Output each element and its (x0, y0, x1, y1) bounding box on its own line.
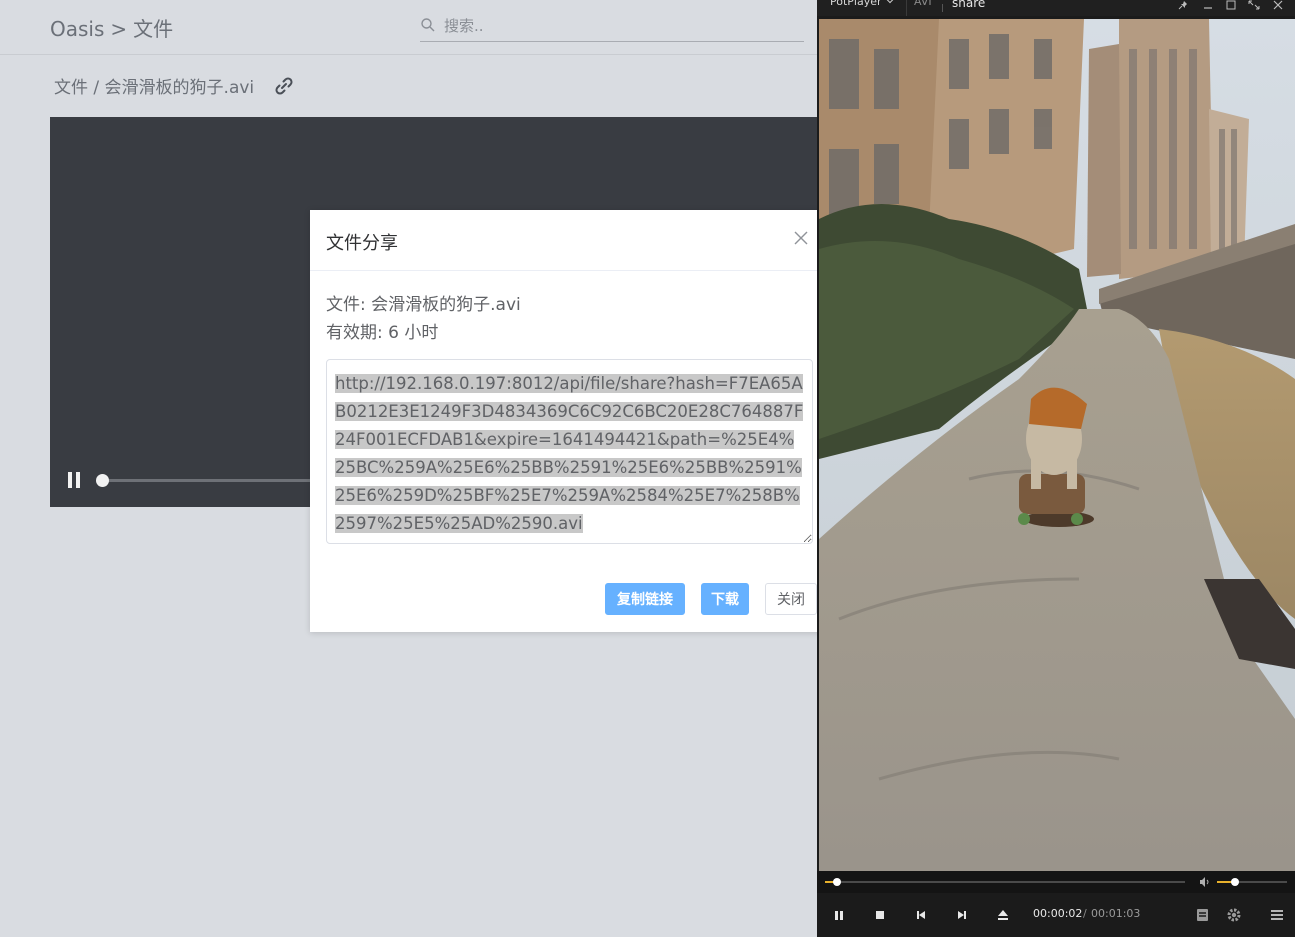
minimize-icon[interactable] (1200, 0, 1216, 12)
breadcrumb-root[interactable]: Oasis (50, 17, 104, 41)
titlebar-divider (906, 0, 907, 16)
time-total: 00:01:03 (1091, 907, 1141, 920)
app-header: Oasis > 文件 (0, 0, 817, 55)
breadcrumb-current[interactable]: 文件 (133, 17, 173, 41)
file-path-title: 文件 / 会滑滑板的狗子.avi (54, 78, 255, 98)
player-titlebar: PotPlayer AVI share (817, 0, 1295, 16)
time-current: 00:00:02 (1033, 907, 1083, 920)
previous-icon[interactable] (910, 905, 932, 925)
close-icon[interactable] (793, 230, 809, 246)
share-dialog: 文件分享 文件: 会滑滑板的狗子.avi 有效期: 6 小时 http://19… (310, 210, 850, 632)
link-icon[interactable] (273, 75, 295, 97)
playlist-icon[interactable] (1192, 905, 1214, 925)
seek-bar[interactable] (817, 871, 1295, 893)
share-file-name: 文件: 会滑滑板的狗子.avi (326, 295, 521, 315)
video-frame-skateboarding-dog[interactable] (819, 19, 1295, 871)
breadcrumb: Oasis > 文件 (50, 13, 173, 42)
menu-icon[interactable] (1266, 905, 1288, 925)
window-controls (1167, 0, 1295, 16)
share-url-textarea[interactable]: http://192.168.0.197:8012/api/file/share… (326, 359, 813, 544)
chevron-down-icon (885, 0, 894, 4)
video-frame-image (819, 19, 1295, 871)
eject-icon[interactable] (992, 905, 1014, 925)
volume-icon[interactable] (1199, 877, 1211, 887)
potplayer-window: PotPlayer AVI share 00:00:02 / 00:01:03 (817, 0, 1295, 937)
close-button[interactable]: 关闭 (765, 583, 817, 615)
pause-icon[interactable] (68, 472, 82, 488)
time-separator: / (1083, 907, 1087, 920)
next-icon[interactable] (951, 905, 973, 925)
search-icon (421, 18, 435, 32)
seek-handle[interactable] (832, 878, 841, 886)
volume-handle[interactable] (1230, 878, 1239, 886)
settings-icon[interactable] (1223, 905, 1245, 925)
fullscreen-icon[interactable] (1246, 0, 1262, 12)
maximize-icon[interactable] (1223, 0, 1239, 12)
titlebar-divider (942, 4, 943, 12)
player-filename: share (952, 0, 986, 10)
download-button[interactable]: 下载 (701, 583, 749, 615)
pin-icon[interactable] (1176, 0, 1192, 12)
dialog-divider (310, 270, 850, 271)
share-expiry: 有效期: 6 小时 (326, 323, 439, 343)
close-icon[interactable] (1270, 0, 1286, 12)
copy-link-button[interactable]: 复制链接 (605, 583, 685, 615)
dialog-title: 文件分享 (326, 233, 398, 254)
player-menu-button[interactable]: PotPlayer (830, 0, 894, 8)
search-input[interactable] (444, 14, 794, 38)
player-format: AVI (914, 0, 932, 8)
search-box (420, 10, 804, 42)
seek-track[interactable] (825, 881, 1185, 883)
player-brand: PotPlayer (830, 0, 882, 8)
player-control-bar: 00:00:02 / 00:01:03 (817, 893, 1295, 937)
share-url-text: http://192.168.0.197:8012/api/file/share… (335, 374, 804, 533)
video-progress-handle[interactable] (96, 474, 109, 487)
pause-icon[interactable] (828, 905, 850, 925)
stop-icon[interactable] (869, 905, 891, 925)
breadcrumb-separator: > (110, 17, 128, 41)
